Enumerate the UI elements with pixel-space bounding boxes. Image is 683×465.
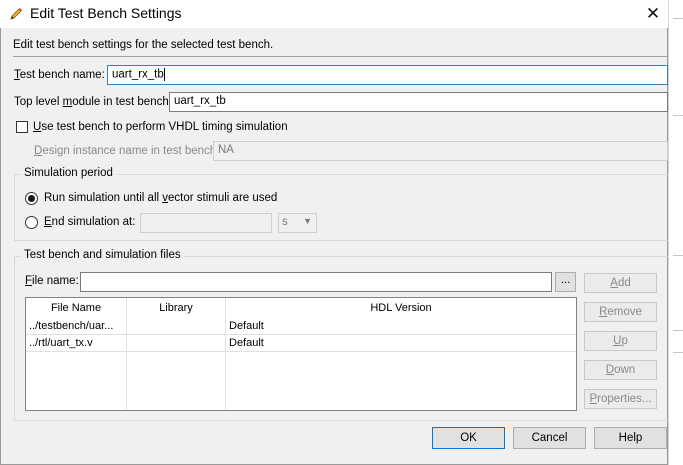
run-until-vectors-label: Run simulation until all vector stimuli … [44,192,278,204]
design-instance-input[interactable]: NA [213,141,668,161]
chevron-down-icon: ▼ [303,216,312,226]
simulation-period-group [14,174,669,241]
cancel-button[interactable]: Cancel [513,427,586,449]
help-button[interactable]: Help [594,427,667,449]
up-button[interactable]: Up [584,331,657,351]
browse-button[interactable]: ... [555,272,576,292]
table-cell[interactable]: ../testbench/uar... [26,318,127,335]
add-button[interactable]: Add [584,273,657,293]
separator [13,56,667,57]
table-cell[interactable] [127,318,226,335]
edit-test-bench-dialog: Edit Test Bench Settings ✕ Edit test ben… [0,0,669,465]
files-group-title: Test bench and simulation files [21,249,184,261]
column-header-file-name[interactable]: File Name [26,298,127,318]
intro-text: Edit test bench settings for the selecte… [13,39,274,51]
table-cell[interactable]: Default [226,318,576,335]
end-simulation-at-label: End simulation at: [44,216,136,228]
design-instance-label: Design instance name in test bench: [34,145,220,157]
time-unit-select[interactable]: s ▼ [278,213,317,233]
end-simulation-at-radio[interactable] [25,216,38,229]
test-bench-name-input[interactable]: uart_rx_tb [107,65,668,85]
run-until-vectors-radio[interactable] [25,192,38,205]
properties-button[interactable]: Properties... [584,389,657,409]
column-header-library[interactable]: Library [127,298,226,318]
end-time-input[interactable] [140,213,272,233]
table-cell[interactable] [127,335,226,352]
ok-button[interactable]: OK [432,427,505,449]
top-level-module-label: Top level module in test bench: [14,96,172,108]
dialog-body: Edit test bench settings for the selecte… [1,28,669,464]
file-name-label: File name: [25,275,79,287]
column-header-hdl-version[interactable]: HDL Version [226,298,576,318]
test-bench-name-label: Test bench name: [14,69,105,81]
window-title: Edit Test Bench Settings [30,5,182,21]
pencil-icon [8,6,24,22]
file-name-input[interactable] [80,272,552,292]
title-bar[interactable]: Edit Test Bench Settings ✕ [0,0,668,28]
files-table[interactable]: File Name Library HDL Version ../testben… [25,297,577,411]
column-divider [225,352,226,410]
vhdl-timing-checkbox[interactable] [16,121,28,133]
down-button[interactable]: Down [584,360,657,380]
background-window-edge [668,0,683,465]
table-cell[interactable]: ../rtl/uart_tx.v [26,335,127,352]
vhdl-timing-label: Use test bench to perform VHDL timing si… [33,121,288,133]
top-level-module-input[interactable]: uart_rx_tb [169,92,668,112]
close-icon[interactable]: ✕ [642,3,664,25]
simulation-period-title: Simulation period [21,167,116,179]
remove-button[interactable]: Remove [584,302,657,322]
table-cell[interactable]: Default [226,335,576,352]
column-divider [126,352,127,410]
